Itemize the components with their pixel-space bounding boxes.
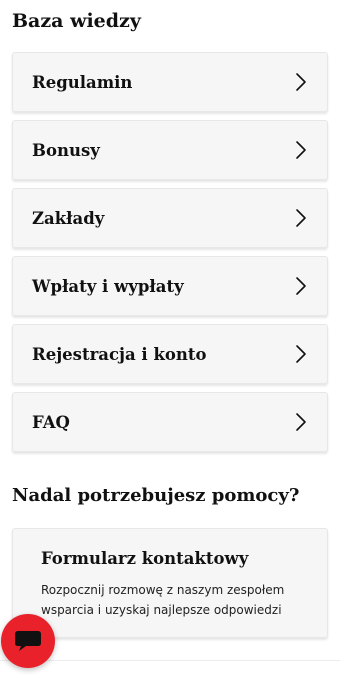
bottom-divider [0, 660, 340, 661]
kb-item-label: Wpłaty i wypłaty [32, 276, 184, 296]
chevron-right-icon [296, 141, 306, 159]
chat-bubble-icon [15, 631, 41, 651]
chevron-right-icon [296, 345, 306, 363]
knowledge-base-title: Baza wiedzy [12, 10, 141, 32]
contact-form-card[interactable]: Formularz kontaktowy Rozpocznij rozmowę … [12, 528, 328, 638]
contact-form-description: Rozpocznij rozmowę z naszym zespołem wsp… [41, 583, 285, 617]
chevron-right-icon [296, 413, 306, 431]
kb-item-faq[interactable]: FAQ [12, 392, 328, 452]
kb-item-label: Rejestracja i konto [32, 344, 207, 364]
kb-item-label: FAQ [32, 412, 70, 432]
kb-item-label: Bonusy [32, 140, 100, 160]
kb-item-zaklady[interactable]: Zakłady [12, 188, 328, 248]
help-title: Nadal potrzebujesz pomocy? [12, 485, 300, 506]
chevron-right-icon [296, 209, 306, 227]
chevron-right-icon [296, 277, 306, 295]
contact-form-title: Formularz kontaktowy [41, 549, 249, 568]
kb-item-bonusy[interactable]: Bonusy [12, 120, 328, 180]
kb-item-label: Zakłady [32, 208, 105, 228]
chat-button[interactable] [1, 614, 55, 668]
kb-item-wplaty-i-wyplaty[interactable]: Wpłaty i wypłaty [12, 256, 328, 316]
kb-item-rejestracja-i-konto[interactable]: Rejestracja i konto [12, 324, 328, 384]
kb-item-label: Regulamin [32, 72, 133, 92]
knowledge-base-list: Regulamin Bonusy Zakłady Wpłaty i wypłat… [12, 52, 328, 460]
chevron-right-icon [296, 73, 306, 91]
kb-item-regulamin[interactable]: Regulamin [12, 52, 328, 112]
